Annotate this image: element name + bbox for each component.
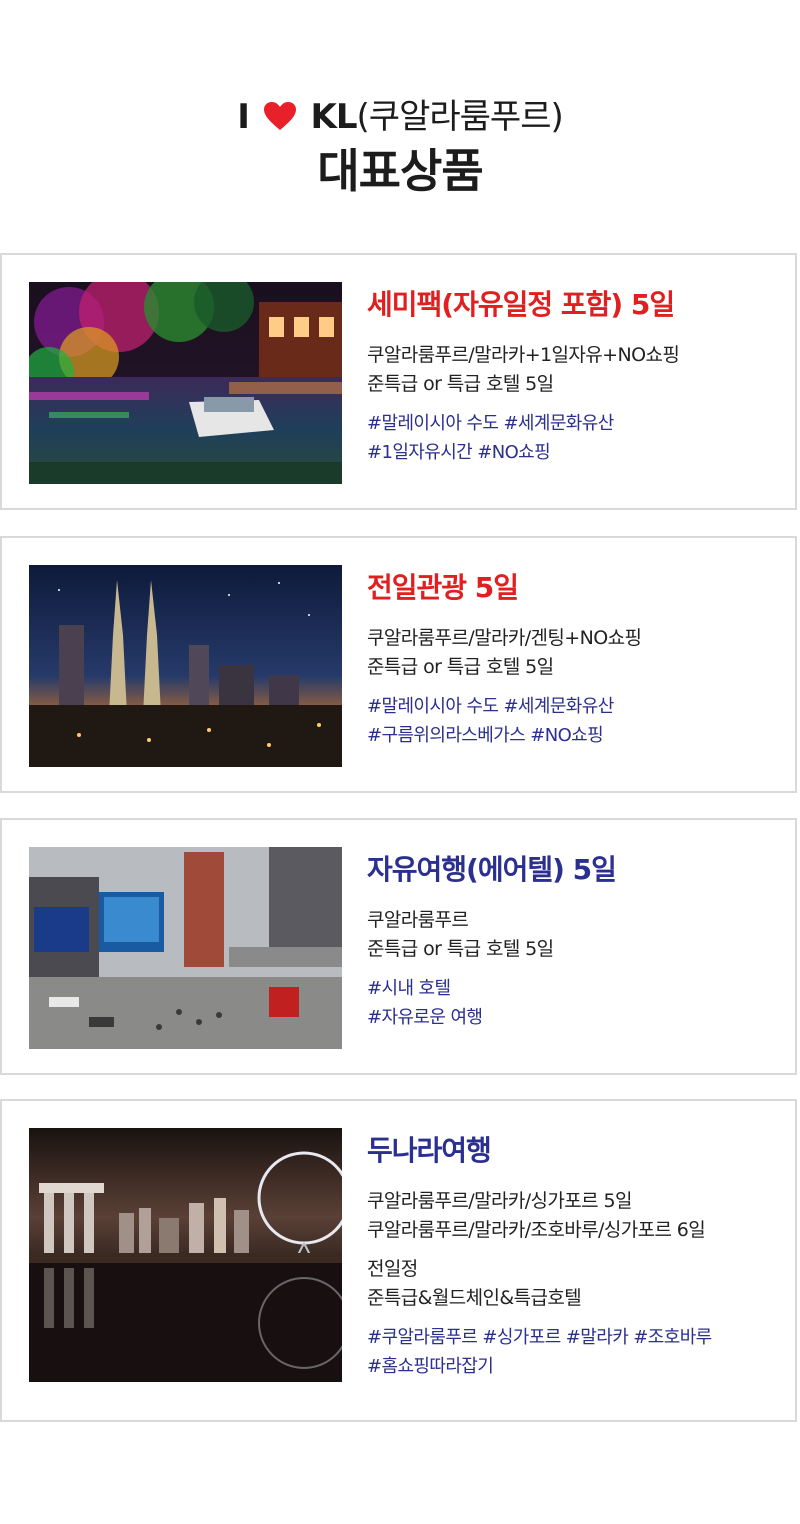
product-tags: #자유로운 여행 [367,1007,483,1028]
product-name[interactable]: 두나라여행 [367,1133,785,1169]
product-info: 전일관광 5일 쿠알라룸푸르/말라카/겐팅+NO쇼핑 준특급 or 특급 호텔 … [367,570,785,750]
product-tags: #시내 호텔 [367,978,451,999]
river-night-photo [29,282,342,484]
product-tags: #쿠알라룸푸르 #싱가포르 #말라카 #조호바루 [367,1327,712,1348]
product-itinerary: 전일정 [367,1258,418,1280]
product-info: 자유여행(에어텔) 5일 쿠알라룸푸르 준특급 or 특급 호텔 5일 #시내 … [367,852,785,1032]
product-info: 세미팩(자유일정 포함) 5일 쿠알라룸푸르/말라카+1일자유+NO쇼핑 준특급… [367,287,785,467]
product-info: 두나라여행 쿠알라룸푸르/말라카/싱가포르 5일 쿠알라룸푸르/말라카/조호바루… [367,1133,785,1381]
product-image-river-night[interactable] [29,282,342,484]
product-tags: #홈쇼핑따라잡기 [367,1356,494,1377]
product-route-2: 쿠알라룸푸르/말라카/조호바루/싱가포르 6일 [367,1219,706,1241]
product-tags: #말레이시아 수도 #세계문화유산 [367,413,614,434]
page-subtitle: 대표상품 [317,144,483,198]
product-tags: #1일자유시간 #NO쇼핑 [367,442,551,463]
product-card-semipack[interactable]: 세미팩(자유일정 포함) 5일 쿠알라룸푸르/말라카+1일자유+NO쇼핑 준특급… [0,253,797,510]
heart-icon [263,102,296,130]
twin-towers-photo [29,565,342,767]
product-card-two-countries[interactable]: 두나라여행 쿠알라룸푸르/말라카/싱가포르 5일 쿠알라룸푸르/말라카/조호바루… [0,1099,797,1422]
product-card-airtel[interactable]: 자유여행(에어텔) 5일 쿠알라룸푸르 준특급 or 특급 호텔 5일 #시내 … [0,818,797,1075]
city-street-photo [29,847,342,1049]
product-card-full-tour[interactable]: 전일관광 5일 쿠알라룸푸르/말라카/겐팅+NO쇼핑 준특급 or 특급 호텔 … [0,536,797,793]
product-route: 쿠알라룸푸르/말라카/겐팅+NO쇼핑 [367,627,642,649]
product-name[interactable]: 세미팩(자유일정 포함) 5일 [367,287,785,323]
product-tags: #말레이시아 수도 #세계문화유산 [367,696,614,717]
title-i: I [237,97,250,137]
product-name[interactable]: 전일관광 5일 [367,570,785,606]
marina-bay-photo [29,1128,342,1382]
title-kl: KL [310,97,358,137]
product-hotel: 준특급&월드체인&특급호텔 [367,1287,582,1309]
title-korean-name: (쿠알라룸푸르) [356,97,564,137]
product-hotel: 준특급 or 특급 호텔 5일 [367,656,554,678]
product-route: 쿠알라룸푸르 [367,909,469,931]
page-title: I KL(쿠알라룸푸르) [0,95,800,139]
product-image-city-street[interactable] [29,847,342,1049]
product-name[interactable]: 자유여행(에어텔) 5일 [367,852,785,888]
product-tags: #구름위의라스베가스 #NO쇼핑 [367,725,604,746]
page-header: I KL(쿠알라룸푸르) 대표상품 [0,0,800,253]
product-route: 쿠알라룸푸르/말라카/싱가포르 5일 [367,1190,632,1212]
product-route: 쿠알라룸푸르/말라카+1일자유+NO쇼핑 [367,344,680,366]
product-hotel: 준특급 or 특급 호텔 5일 [367,938,554,960]
product-hotel: 준특급 or 특급 호텔 5일 [367,373,554,395]
product-image-twin-towers[interactable] [29,565,342,767]
product-image-marina-bay[interactable] [29,1128,342,1382]
